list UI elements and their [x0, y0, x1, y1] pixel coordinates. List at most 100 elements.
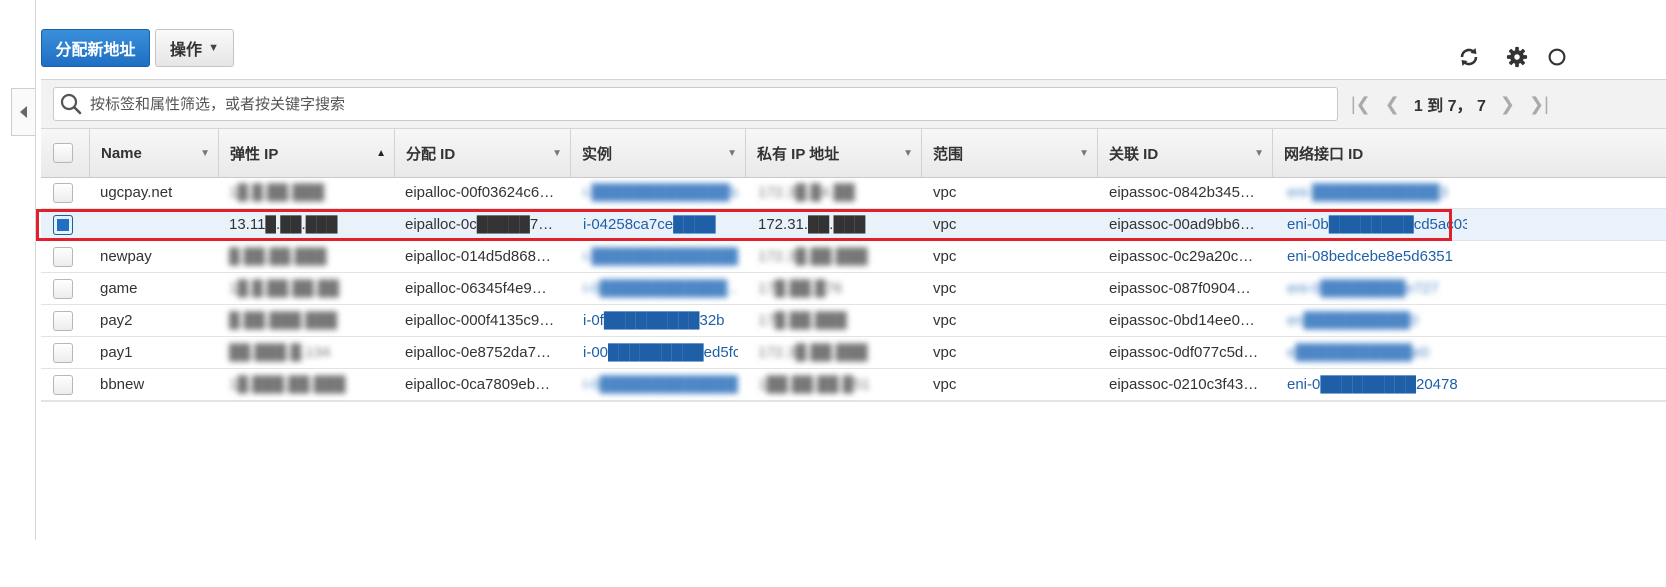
- column-header-elastic-ip[interactable]: 弹性 IP ▲: [218, 129, 394, 177]
- table-row[interactable]: pay2 █.██.███.███ eipalloc-000f4135c9… i…: [41, 305, 1666, 337]
- gear-icon[interactable]: [1505, 45, 1529, 69]
- cell-instance-link[interactable]: i-███████████████: [583, 241, 738, 272]
- column-label: 分配 ID: [406, 145, 456, 163]
- cell-allocation-id: eipalloc-014d5d868…: [405, 248, 551, 265]
- row-checkbox[interactable]: [53, 310, 73, 331]
- row-checkbox-cell: [53, 241, 73, 272]
- cell-association-id: eipassoc-087f0904…: [1109, 280, 1251, 297]
- next-page-icon[interactable]: ❯: [1500, 94, 1515, 115]
- first-page-icon[interactable]: |❮: [1351, 94, 1371, 115]
- cell-association-id: eipassoc-0842b345…: [1109, 184, 1255, 201]
- filter-bar: |❮ ❮ 1 到 7， 7 ❯ ❯|: [41, 79, 1666, 128]
- row-checkbox[interactable]: [53, 374, 73, 395]
- cell-elastic-ip: ██.███.█.134: [229, 344, 331, 361]
- table-row[interactable]: game 1█.█.██.██.██ eipalloc-06345f4e9… i…: [41, 273, 1666, 305]
- column-header-private-ip[interactable]: 私有 IP 地址 ▼: [745, 129, 921, 177]
- row-checkbox-cell: [53, 337, 73, 368]
- cell-scope: vpc: [933, 184, 957, 201]
- cell-elastic-ip: 1█.███.██.███: [229, 376, 346, 393]
- cell-name: newpay: [100, 248, 152, 265]
- cell-instance-link[interactable]: i-0█████████████: [583, 369, 738, 400]
- table-header: Name ▼ 弹性 IP ▲ 分配 ID ▼ 实例 ▼ 私有 IP 地址 ▼ 范…: [41, 128, 1666, 178]
- cell-eni-link[interactable]: e███████████e0: [1287, 337, 1467, 368]
- cell-allocation-id: eipalloc-0e8752da7…: [405, 344, 551, 361]
- column-label: 弹性 IP: [230, 145, 279, 163]
- cell-association-id: eipassoc-0df077c5d…: [1109, 344, 1259, 361]
- column-header-association-id[interactable]: 关联 ID ▼: [1097, 129, 1272, 177]
- cell-association-id: eipassoc-0210c3f43…: [1109, 376, 1259, 393]
- cell-name: pay1: [100, 344, 133, 361]
- column-label: Name: [101, 144, 142, 162]
- cell-scope: vpc: [933, 344, 957, 361]
- search-icon: [54, 93, 88, 115]
- table-row[interactable]: pay1 ██.███.█.134 eipalloc-0e8752da7… i-…: [41, 337, 1666, 369]
- cell-scope: vpc: [933, 280, 957, 297]
- cell-allocation-id: eipalloc-06345f4e9…: [405, 280, 547, 297]
- cell-elastic-ip: 1█.█.██.██.██: [229, 280, 340, 297]
- column-label: 关联 ID: [1109, 145, 1159, 163]
- cell-allocation-id: eipalloc-00f03624c6…: [405, 184, 555, 201]
- cell-private-ip: 17█.██.███: [758, 312, 847, 329]
- sort-down-icon: ▼: [727, 147, 737, 159]
- cell-instance-link[interactable]: i-█████████████b4: [583, 177, 738, 208]
- row-checkbox[interactable]: [53, 182, 73, 203]
- cell-eni-link[interactable]: eni-0████████e727: [1287, 273, 1467, 304]
- last-page-icon[interactable]: ❯|: [1529, 94, 1549, 115]
- column-header-network-interface-id[interactable]: 网络接口 ID: [1272, 129, 1666, 177]
- sidebar-divider: [35, 0, 36, 540]
- cell-eni-link[interactable]: en██████████0: [1287, 305, 1467, 336]
- select-all-cell: [41, 129, 89, 177]
- sort-down-icon: ▼: [1254, 147, 1264, 159]
- column-label: 网络接口 ID: [1284, 145, 1364, 163]
- cell-instance-link[interactable]: i-0f█████████32b: [583, 305, 738, 336]
- cell-scope: vpc: [933, 248, 957, 265]
- sort-down-icon: ▼: [552, 147, 562, 159]
- cell-elastic-ip: █.██.██.███: [229, 248, 327, 265]
- cell-private-ip: 1██.██.██.█51: [758, 376, 870, 393]
- cell-instance-link[interactable]: i-00█████████ed5fc: [583, 337, 738, 368]
- table-row[interactable]: newpay █.██.██.███ eipalloc-014d5d868… i…: [41, 241, 1666, 273]
- row-checkbox[interactable]: [53, 246, 73, 267]
- row-checkbox[interactable]: [53, 342, 73, 363]
- column-label: 私有 IP 地址: [757, 145, 840, 163]
- cell-name: bbnew: [100, 376, 145, 393]
- row-checkbox-cell: [53, 369, 73, 400]
- cell-elastic-ip: █.██.███.███: [229, 312, 338, 329]
- row-checkbox-cell: [53, 177, 73, 208]
- column-header-name[interactable]: Name ▼: [89, 129, 218, 177]
- refresh-icon[interactable]: [1457, 45, 1481, 69]
- row-checkbox-cell: [53, 305, 73, 336]
- column-header-allocation-id[interactable]: 分配 ID ▼: [394, 129, 570, 177]
- table-row[interactable]: ugcpay.net 1█.█.██.███ eipalloc-00f03624…: [41, 177, 1666, 209]
- selection-highlight-annotation: [36, 209, 1452, 241]
- cell-eni-link[interactable]: eni-0█████████20478: [1287, 369, 1467, 400]
- select-all-checkbox[interactable]: [53, 143, 73, 163]
- collapse-sidebar-toggle[interactable]: [11, 88, 35, 136]
- cell-name: ugcpay.net: [100, 184, 173, 201]
- column-header-instance[interactable]: 实例 ▼: [570, 129, 745, 177]
- column-label: 范围: [933, 145, 964, 163]
- actions-dropdown-button[interactable]: 操作 ▼: [155, 29, 234, 67]
- cell-eni-link[interactable]: eni-08bedcebe8e5d6351: [1287, 241, 1467, 272]
- column-label: 实例: [582, 145, 613, 163]
- cell-scope: vpc: [933, 376, 957, 393]
- cell-association-id: eipassoc-0c29a20c…: [1109, 248, 1254, 265]
- table-row[interactable]: bbnew 1█.███.██.███ eipalloc-0ca7809eb… …: [41, 369, 1666, 401]
- cell-association-id: eipassoc-0bd14ee0…: [1109, 312, 1255, 329]
- allocate-new-address-button[interactable]: 分配新地址: [41, 29, 150, 67]
- cell-eni-link[interactable]: eni-████████████3: [1287, 177, 1467, 208]
- cell-allocation-id: eipalloc-0ca7809eb…: [405, 376, 551, 393]
- search-input[interactable]: [88, 89, 1337, 119]
- pagination: |❮ ❮ 1 到 7， 7 ❯ ❯|: [1351, 87, 1549, 121]
- column-header-scope[interactable]: 范围 ▼: [921, 129, 1097, 177]
- cell-elastic-ip: 1█.█.██.███: [229, 184, 325, 201]
- help-icon[interactable]: [1548, 45, 1566, 69]
- cell-private-ip: 172.3█.█4.██: [758, 184, 855, 201]
- chevron-left-icon: [20, 106, 27, 118]
- search-box[interactable]: [53, 87, 1338, 121]
- page-range-text: 1 到 7， 7: [1413, 98, 1486, 115]
- table-bottom-border: [41, 401, 1666, 402]
- prev-page-icon[interactable]: ❮: [1385, 94, 1400, 115]
- row-checkbox[interactable]: [53, 278, 73, 299]
- cell-instance-link[interactable]: i-0████████████…: [583, 273, 738, 304]
